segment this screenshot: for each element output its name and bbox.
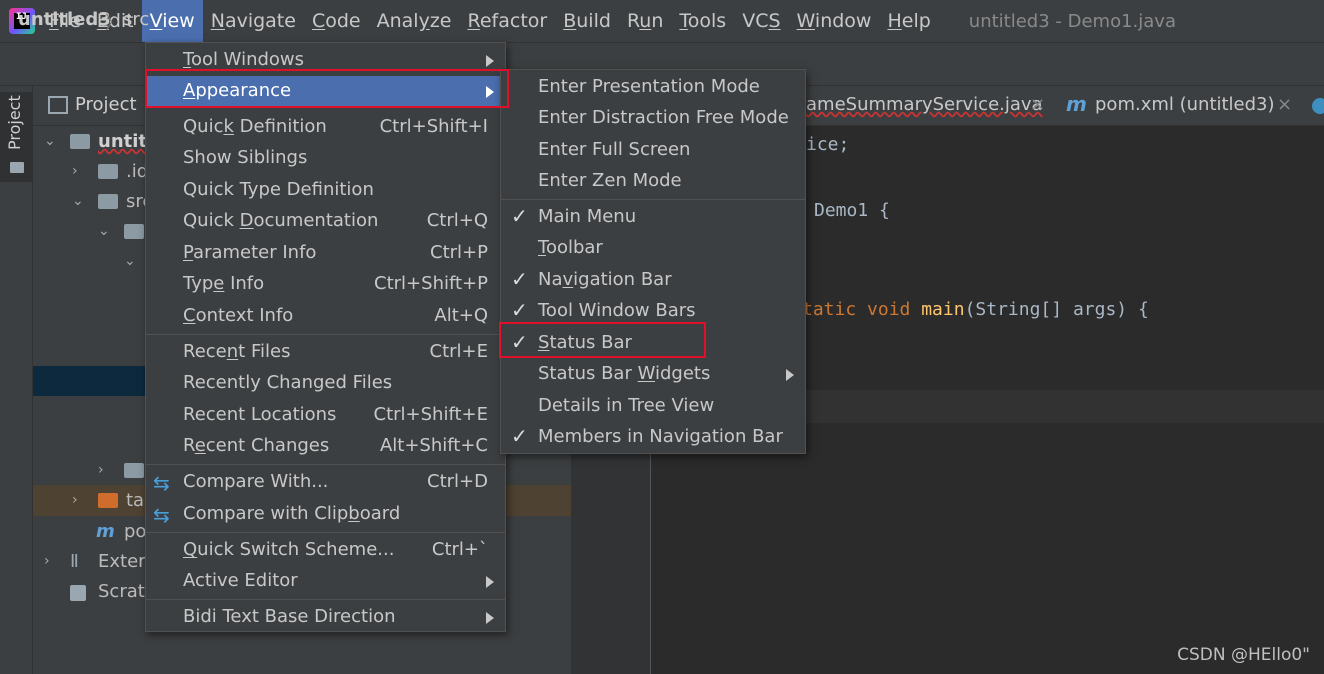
maven-icon: m xyxy=(96,521,115,542)
project-panel-title: Project xyxy=(75,94,137,115)
tree-label-target: ta xyxy=(126,490,145,511)
menu-item-bidi-text[interactable]: Bidi Text Base Direction xyxy=(146,602,505,633)
breadcrumb-project[interactable]: untitled3 xyxy=(18,9,111,30)
tree-label-pom: po xyxy=(124,521,147,542)
chevron-right-icon[interactable]: › xyxy=(98,455,104,486)
menu-item-show-siblings[interactable]: Show Siblings xyxy=(146,143,505,174)
submenu-arrow-icon xyxy=(486,612,494,624)
menu-item-quick-type-definition[interactable]: Quick Type Definition xyxy=(146,175,505,206)
folder-icon xyxy=(124,224,144,239)
menu-build[interactable]: Build xyxy=(555,0,619,42)
menu-analyze[interactable]: Analyze xyxy=(369,0,460,42)
compare-clipboard-icon: ⇆ xyxy=(153,503,170,527)
menu-item-presentation-mode[interactable]: Enter Presentation Mode xyxy=(501,72,805,103)
menu-item-quick-definition[interactable]: Quick Definition Ctrl+Shift+I xyxy=(146,112,505,143)
tab-close-icon[interactable]: × xyxy=(1030,94,1045,115)
menu-item-recently-changed-files[interactable]: Recently Changed Files xyxy=(146,368,505,399)
menu-separator xyxy=(146,532,505,533)
menu-item-recent-locations[interactable]: Recent Locations Ctrl+Shift+E xyxy=(146,400,505,431)
module-folder-icon xyxy=(70,134,90,149)
maven-icon: m xyxy=(1066,92,1087,116)
excluded-folder-icon xyxy=(98,493,118,508)
menu-separator xyxy=(146,334,505,335)
java-class-icon xyxy=(1312,98,1324,114)
menu-item-appearance[interactable]: Appearance xyxy=(146,76,505,108)
submenu-arrow-icon xyxy=(786,369,794,381)
menu-item-tool-window-bars[interactable]: ✓ Tool Window Bars xyxy=(501,296,805,327)
appearance-submenu: Enter Presentation Mode Enter Distractio… xyxy=(500,69,806,454)
menu-vcs[interactable]: VCS xyxy=(734,0,788,42)
chevron-right-icon[interactable]: › xyxy=(72,485,78,516)
submenu-arrow-icon xyxy=(486,576,494,588)
menu-item-status-bar-widgets[interactable]: Status Bar Widgets xyxy=(501,359,805,390)
project-tool-label: Project xyxy=(5,95,24,150)
menu-item-context-info[interactable]: Context Info Alt+Q xyxy=(146,301,505,332)
menu-code[interactable]: Code xyxy=(304,0,369,42)
breadcrumb-src[interactable]: src xyxy=(123,9,149,30)
folder-icon xyxy=(98,164,118,179)
menu-item-members-nav-bar[interactable]: ✓ Members in Navigation Bar xyxy=(501,422,805,453)
menu-item-zen-mode[interactable]: Enter Zen Mode xyxy=(501,166,805,197)
folder-icon xyxy=(98,194,118,209)
menu-item-active-editor[interactable]: Active Editor xyxy=(146,566,505,597)
menu-item-tool-windows[interactable]: Tool Windows xyxy=(146,45,505,76)
checkmark-icon: ✓ xyxy=(511,204,528,228)
code-line-package: ice; xyxy=(806,134,850,155)
menu-refactor[interactable]: Refactor xyxy=(460,0,556,42)
chevron-down-icon[interactable]: ⌄ xyxy=(124,246,136,277)
menu-item-compare-with[interactable]: ⇆ Compare With... Ctrl+D xyxy=(146,467,505,498)
menu-item-type-info[interactable]: Type Info Ctrl+Shift+P xyxy=(146,269,505,300)
menu-tools[interactable]: Tools xyxy=(671,0,734,42)
menu-help[interactable]: Help xyxy=(879,0,938,42)
menu-separator xyxy=(501,199,805,200)
menu-item-quick-switch-scheme[interactable]: Quick Switch Scheme... Ctrl+` xyxy=(146,535,505,566)
menu-item-recent-changes[interactable]: Recent Changes Alt+Shift+C xyxy=(146,431,505,462)
menu-separator xyxy=(146,464,505,465)
checkmark-icon: ✓ xyxy=(511,298,528,322)
tab-close-icon[interactable]: × xyxy=(1277,94,1292,115)
scratches-icon xyxy=(70,585,86,601)
chevron-down-icon[interactable]: ⌄ xyxy=(44,126,56,157)
folder-icon xyxy=(10,162,24,173)
menu-separator xyxy=(146,599,505,600)
checkmark-icon: ✓ xyxy=(511,267,528,291)
chevron-down-icon[interactable]: ⌄ xyxy=(98,216,110,247)
menu-item-main-menu[interactable]: ✓ Main Menu xyxy=(501,202,805,233)
menu-item-status-bar[interactable]: ✓ Status Bar xyxy=(501,328,805,359)
menu-bar: IJ File Edit View Navigate Code Analyze … xyxy=(0,0,1324,42)
checkmark-icon: ✓ xyxy=(511,424,528,448)
menu-item-parameter-info[interactable]: Parameter Info Ctrl+P xyxy=(146,238,505,269)
menu-item-full-screen[interactable]: Enter Full Screen xyxy=(501,135,805,166)
breadcrumb-separator: 〉 xyxy=(105,13,123,34)
window-title: untitled3 - Demo1.java xyxy=(968,10,1176,32)
compare-icon: ⇆ xyxy=(153,471,170,495)
project-view-icon xyxy=(48,96,68,114)
chevron-right-icon[interactable]: › xyxy=(44,546,50,577)
tab-pom-xml[interactable]: pom.xml (untitled3) xyxy=(1095,94,1275,115)
menu-item-toolbar[interactable]: Toolbar xyxy=(501,233,805,264)
menu-view[interactable]: View xyxy=(141,0,203,42)
menu-item-recent-files[interactable]: Recent Files Ctrl+E xyxy=(146,337,505,368)
menu-navigate[interactable]: Navigate xyxy=(203,0,304,42)
submenu-arrow-icon xyxy=(486,55,494,67)
submenu-arrow-icon xyxy=(486,86,494,98)
folder-icon xyxy=(124,463,144,478)
menu-item-distraction-free-mode[interactable]: Enter Distraction Free Mode xyxy=(501,103,805,134)
menu-item-details-tree-view[interactable]: Details in Tree View xyxy=(501,391,805,422)
view-menu: Tool Windows Appearance Quick Definition… xyxy=(145,42,506,632)
menu-window[interactable]: Window xyxy=(789,0,880,42)
chevron-right-icon[interactable]: › xyxy=(72,156,78,187)
libraries-icon: Ⅱ xyxy=(70,551,79,572)
menu-run[interactable]: Run xyxy=(619,0,671,42)
chevron-down-icon[interactable]: ⌄ xyxy=(72,186,84,217)
watermark: CSDN @HEllo0" xyxy=(1177,645,1310,665)
checkmark-icon: ✓ xyxy=(511,330,528,354)
menu-item-compare-clipboard[interactable]: ⇆ Compare with Clipboard xyxy=(146,499,505,530)
code-line-class: Demo1 { xyxy=(814,200,890,221)
tab-summary-service[interactable]: ameSummaryService.java xyxy=(806,94,1043,115)
code-line-main: tatic void main(String[] args) { xyxy=(802,299,1149,320)
menu-item-navigation-bar[interactable]: ✓ Navigation Bar xyxy=(501,265,805,296)
menu-item-quick-documentation[interactable]: Quick Documentation Ctrl+Q xyxy=(146,206,505,237)
